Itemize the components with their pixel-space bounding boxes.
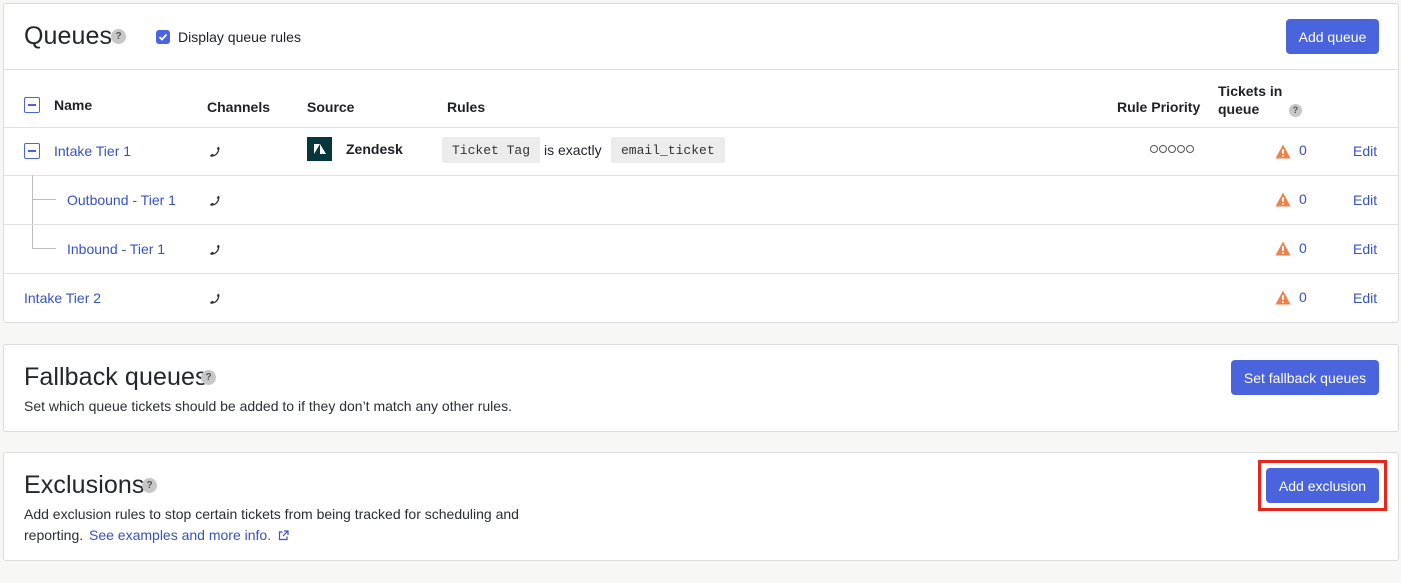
source-label: Zendesk [346, 141, 403, 157]
examples-link-text[interactable]: See examples and more info. [89, 527, 271, 543]
set-fallback-queues-button[interactable]: Set fallback queues [1231, 360, 1379, 395]
queue-name-link[interactable]: Intake Tier 1 [54, 143, 131, 159]
rule-priority-indicator[interactable] [1150, 145, 1194, 153]
divider [4, 273, 1398, 274]
display-queue-rules-label[interactable]: Display queue rules [178, 29, 301, 45]
tree-connector [32, 199, 56, 200]
phone-icon [210, 244, 220, 255]
tickets-in-queue-help-icon[interactable] [1289, 104, 1302, 117]
phone-icon [210, 293, 220, 304]
select-all-checkbox[interactable] [24, 97, 40, 113]
zendesk-logo-icon [307, 137, 332, 161]
queues-help-icon[interactable] [111, 29, 126, 44]
rule-operator: is exactly [544, 142, 602, 158]
warning-icon [1275, 241, 1291, 256]
add-queue-button[interactable]: Add queue [1286, 19, 1379, 54]
rule-field-tag: Ticket Tag [442, 137, 541, 163]
col-rules: Rules [447, 99, 486, 115]
exclusions-title: Exclusions [24, 471, 145, 499]
col-source: Source [307, 99, 355, 115]
divider [4, 224, 1398, 225]
highlight-box [1258, 460, 1387, 511]
edit-link[interactable]: Edit [1353, 143, 1377, 159]
edit-link[interactable]: Edit [1353, 241, 1377, 257]
col-channels: Channels [207, 99, 271, 115]
rule-value-tag: email_ticket [611, 137, 725, 163]
warning-icon [1275, 290, 1291, 305]
queue-name-link[interactable]: Intake Tier 2 [24, 290, 101, 306]
external-link-icon [278, 530, 289, 541]
ticket-count[interactable]: 0 [1299, 240, 1307, 256]
phone-icon [210, 146, 220, 157]
ticket-count[interactable]: 0 [1299, 142, 1307, 158]
warning-icon [1275, 144, 1291, 159]
edit-link[interactable]: Edit [1353, 192, 1377, 208]
col-tickets-in-queue-line2: queue [1218, 101, 1260, 117]
display-queue-rules-checkbox[interactable] [156, 30, 170, 44]
fallback-title: Fallback queues [24, 363, 208, 391]
fallback-help-icon[interactable] [201, 370, 216, 385]
row-expand-toggle[interactable] [24, 143, 40, 159]
queue-name-link[interactable]: Inbound - Tier 1 [67, 241, 165, 257]
col-name[interactable]: Name [54, 97, 92, 113]
divider [4, 69, 1398, 70]
ticket-count[interactable]: 0 [1299, 191, 1307, 207]
queues-title: Queues [24, 22, 113, 50]
exclusions-description-line2: reporting. [24, 527, 84, 543]
warning-icon [1275, 192, 1291, 207]
examples-link[interactable]: See examples and more info. [89, 525, 289, 546]
col-rule-priority: Rule Priority [1117, 99, 1201, 115]
fallback-description: Set which queue tickets should be added … [24, 398, 512, 414]
tree-connector [32, 175, 33, 248]
divider [4, 127, 1398, 128]
divider [4, 175, 1398, 176]
col-tickets-in-queue-line1: Tickets in [1218, 83, 1283, 99]
phone-icon [210, 195, 220, 206]
tree-connector [32, 248, 56, 249]
exclusions-description-line1: Add exclusion rules to stop certain tick… [24, 506, 519, 522]
edit-link[interactable]: Edit [1353, 290, 1377, 306]
queue-name-link[interactable]: Outbound - Tier 1 [67, 192, 176, 208]
exclusions-help-icon[interactable] [142, 478, 157, 493]
exclusions-card: Exclusions Add exclusion rules to stop c… [3, 452, 1399, 561]
fallback-queues-card: Fallback queues Set which queue tickets … [3, 344, 1399, 432]
queues-card: Queues Display queue rules Add queue Nam… [3, 3, 1399, 323]
ticket-count[interactable]: 0 [1299, 289, 1307, 305]
